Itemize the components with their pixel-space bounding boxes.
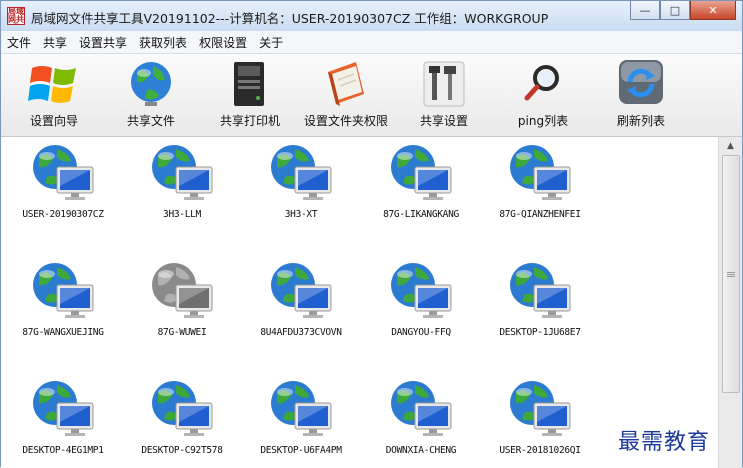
host-name: 87G-LIKANGKANG [383, 209, 459, 220]
host-name: USER-20190307CZ [22, 209, 104, 220]
host-item[interactable]: 3H3-LLM [123, 141, 241, 220]
share-files-label: 共享文件 [126, 114, 175, 128]
computer-globe-icon [391, 381, 452, 436]
menu-permissions[interactable]: 权限设置 [193, 34, 253, 51]
host-name: DANGYOU-FFQ [391, 327, 451, 338]
computer-globe-icon [33, 263, 94, 318]
host-list: USER-20190307CZ 3H3-LLM 3H3-XT 87G-LIKANGKA… [1, 137, 718, 468]
magnifier-icon [524, 65, 559, 101]
host-name: 3H3-LLM [163, 209, 201, 220]
refresh-list-label: 刷新列表 [616, 114, 665, 128]
window-title: 局域网文件共享工具V20191102---计算机名：USER-20190307C… [31, 11, 549, 26]
computer-globe-icon [271, 381, 332, 436]
computer-globe-icon [271, 263, 332, 318]
host-item[interactable]: 87G-WANGXUEJING [4, 259, 122, 338]
share-settings-label: 共享设置 [419, 114, 468, 128]
computer-globe-icon [152, 381, 213, 436]
title-bar[interactable]: 局域网共享 局域网文件共享工具V20191102---计算机名：USER-201… [1, 1, 742, 31]
menu-about[interactable]: 关于 [253, 34, 289, 51]
host-name: 8U4AFDU373CVOVN [260, 327, 342, 338]
host-name: 87G-WANGXUEJING [22, 327, 104, 338]
host-name: 3H3-XT [284, 209, 318, 220]
printer-icon [234, 62, 264, 106]
ping-list-label: ping列表 [517, 114, 569, 128]
computer-globe-icon [510, 145, 571, 200]
refresh-icon [619, 60, 663, 104]
menu-share-settings[interactable]: 设置共享 [73, 34, 133, 51]
host-name: 87G-QIANZHENFEI [499, 209, 581, 220]
host-name: DESKTOP-C92T578 [141, 445, 223, 456]
host-item[interactable]: 87G-WUWEI [123, 259, 241, 338]
wizard-button[interactable]: 设置向导 [9, 58, 99, 129]
menu-share[interactable]: 共享 [37, 34, 73, 51]
share-printer-label: 共享打印机 [219, 114, 280, 128]
watermark: 最需教育 [618, 430, 711, 455]
host-item[interactable]: DOWNXIA-CHENG [362, 377, 480, 456]
computer-globe-icon [152, 145, 213, 200]
host-item[interactable]: USER-20190307CZ [4, 141, 122, 220]
host-item[interactable]: 8U4AFDU373CVOVN [242, 259, 360, 338]
host-name: DOWNXIA-CHENG [385, 445, 457, 456]
computer-globe-icon [271, 145, 332, 200]
menu-get-list[interactable]: 获取列表 [133, 34, 193, 51]
host-name: DESKTOP-4EG1MP1 [22, 445, 104, 456]
close-button[interactable]: ✕ [690, 1, 736, 20]
toolbar: 设置向导 共享文件 共享打印机 设置文件夹权限 共享设置 ping列表 刷新列表 [1, 54, 742, 137]
globe-icon [131, 62, 171, 106]
computer-globe-icon [33, 145, 94, 200]
computer-globe-icon [391, 263, 452, 318]
computer-globe-icon [391, 145, 452, 200]
computer-globe-icon [510, 263, 571, 318]
host-name: DESKTOP-U6FA4PM [260, 445, 342, 456]
scroll-grip [727, 272, 735, 273]
ping-list-button[interactable]: ping列表 [498, 58, 588, 129]
folder-permissions-button[interactable]: 设置文件夹权限 [301, 58, 391, 129]
vertical-scrollbar[interactable]: ▲ [718, 137, 742, 468]
scroll-thumb[interactable] [722, 155, 740, 393]
windows-logo-icon [28, 66, 76, 103]
host-name: DESKTOP-1JU68E7 [499, 327, 581, 338]
share-printer-button[interactable]: 共享打印机 [205, 58, 295, 129]
minimize-button[interactable]: — [630, 1, 660, 20]
main-window: 局域网共享 局域网文件共享工具V20191102---计算机名：USER-201… [0, 0, 743, 468]
computer-globe-icon [510, 381, 571, 436]
host-item[interactable]: DESKTOP-4EG1MP1 [4, 377, 122, 456]
host-item[interactable]: DESKTOP-C92T578 [123, 377, 241, 456]
host-item[interactable]: 87G-QIANZHENFEI [481, 141, 599, 220]
wizard-label: 设置向导 [29, 114, 78, 128]
share-files-button[interactable]: 共享文件 [106, 58, 196, 129]
menu-bar: 文件 共享 设置共享 获取列表 权限设置 关于 [1, 31, 742, 54]
share-settings-button[interactable]: 共享设置 [399, 58, 489, 129]
folder-book-icon [328, 62, 364, 106]
app-icon: 局域网共享 [7, 7, 25, 25]
tools-icon [423, 61, 465, 107]
host-item[interactable]: DANGYOU-FFQ [362, 259, 480, 338]
host-name: USER-20181026QI [499, 445, 581, 456]
computer-globe-icon [33, 381, 94, 436]
scroll-up-arrow[interactable]: ▲ [719, 137, 742, 154]
host-name: 87G-WUWEI [157, 327, 207, 338]
host-item[interactable]: 87G-LIKANGKANG [362, 141, 480, 220]
refresh-list-button[interactable]: 刷新列表 [596, 58, 686, 129]
host-item[interactable]: USER-20181026QI [481, 377, 599, 456]
menu-file[interactable]: 文件 [1, 34, 37, 51]
host-item[interactable]: DESKTOP-U6FA4PM [242, 377, 360, 456]
host-item[interactable]: DESKTOP-1JU68E7 [481, 259, 599, 338]
host-item[interactable]: 3H3-XT [242, 141, 360, 220]
folder-permissions-label: 设置文件夹权限 [303, 114, 388, 128]
maximize-button[interactable]: □ [660, 1, 690, 20]
computer-globe-icon [152, 263, 213, 318]
